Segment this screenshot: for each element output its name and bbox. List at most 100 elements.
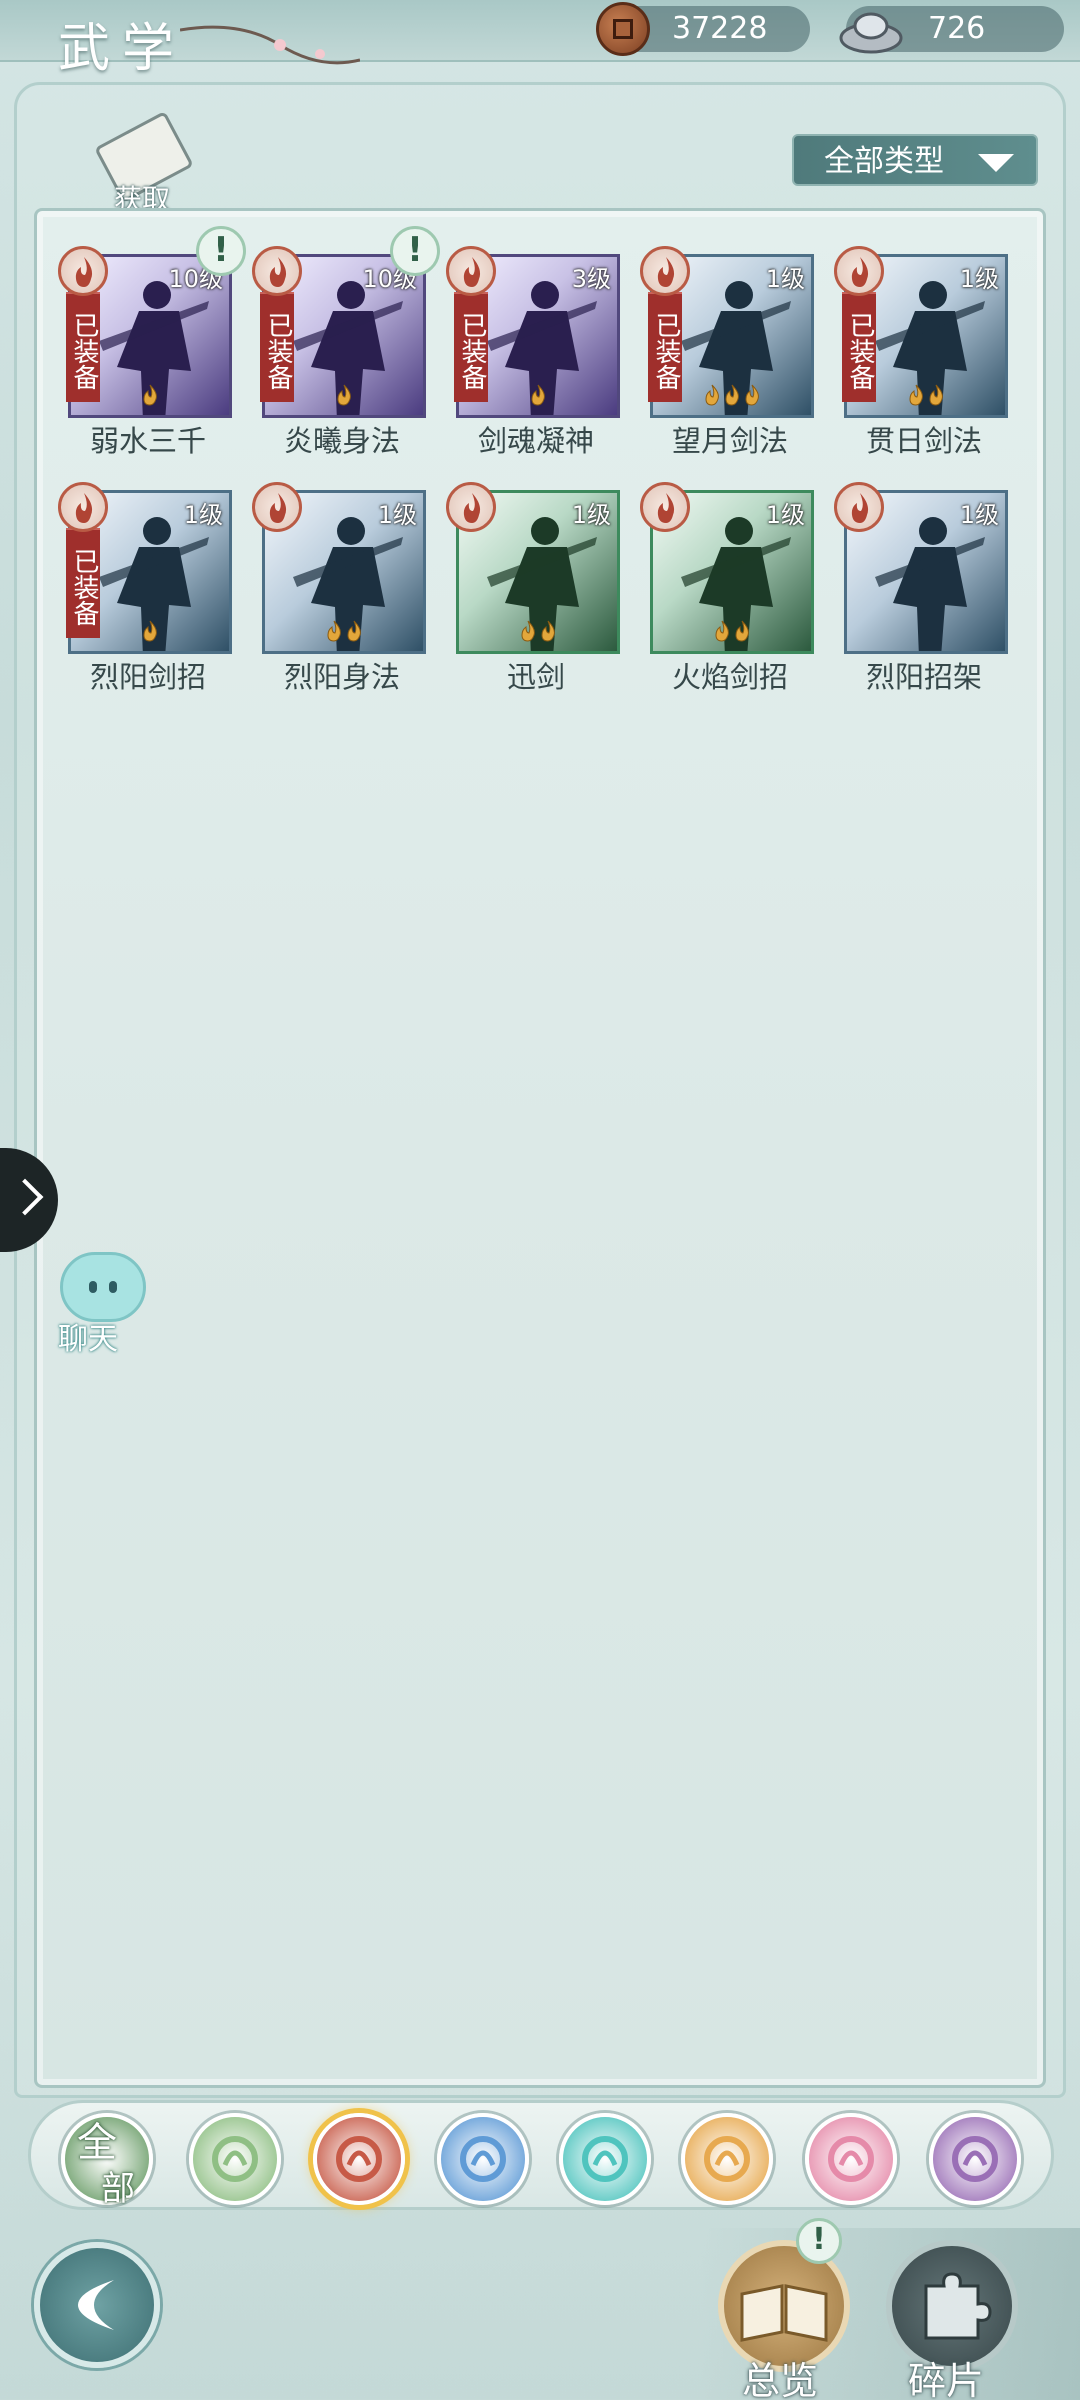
skill-card[interactable]: 1级迅剑 — [446, 482, 620, 694]
flame-icon — [725, 384, 739, 406]
flame-icon — [337, 384, 351, 406]
skill-card[interactable]: 1级火焰剑招 — [640, 482, 814, 694]
skill-card[interactable]: 1级 已装备 烈阳剑招 — [58, 482, 232, 694]
butterfly-icon — [582, 2136, 628, 2182]
chat-button[interactable]: 聊天 — [42, 1248, 152, 1358]
equipped-badge: 已装备 — [454, 292, 488, 402]
alert-badge: ! — [196, 226, 246, 276]
fire-sect-icon — [336, 2136, 382, 2182]
chat-icon — [60, 1252, 146, 1322]
skill-name: 烈阳剑招 — [89, 660, 206, 694]
category-rose[interactable] — [929, 2113, 1021, 2205]
flame-icon — [929, 384, 943, 406]
fire-sect-emblem-icon — [252, 482, 302, 532]
category-all[interactable]: 全部 — [61, 2113, 153, 2209]
page-title: 武学 — [58, 19, 187, 79]
skill-card[interactable]: 1级已装备望月剑法 — [640, 246, 814, 458]
overview-alert-badge: ! — [796, 2218, 842, 2264]
chat-label: 聊天 — [58, 1322, 118, 1357]
chevron-down-icon — [978, 154, 1014, 172]
skill-name: 弱水三千 — [89, 424, 206, 458]
category-wave[interactable] — [437, 2113, 529, 2205]
flame-icon — [909, 384, 923, 406]
skill-name: 烈阳招架 — [865, 660, 982, 694]
copper-coin-counter: 37228 — [596, 2, 810, 56]
fire-sect-emblem-icon — [58, 246, 108, 296]
flame-icon — [541, 620, 555, 642]
fire-sect-emblem-icon — [252, 246, 302, 296]
fire-sect-emblem-icon — [640, 246, 690, 296]
skill-name: 望月剑法 — [671, 424, 788, 458]
skill-name: 炎曦身法 — [283, 424, 400, 458]
get-button[interactable]: 获取 — [94, 110, 194, 216]
shield-icon — [704, 2136, 750, 2182]
flame-rank-icons — [265, 620, 423, 647]
flame-icon — [521, 620, 535, 642]
copper-coin-icon — [596, 2, 650, 56]
skill-name: 火焰剑招 — [671, 660, 788, 694]
skill-level: 1级 — [377, 501, 417, 529]
flame-icon — [327, 620, 341, 642]
skill-card[interactable]: 1级烈阳身法 — [252, 482, 426, 694]
fire-sect-emblem-icon — [446, 246, 496, 296]
flame-icon — [143, 384, 157, 406]
flame-icon — [143, 620, 157, 642]
skill-card[interactable]: 1级烈阳招架 — [834, 482, 1008, 694]
flame-rank-icons — [653, 620, 811, 647]
type-filter-value: 全部类型 — [824, 144, 944, 179]
skill-name: 迅剑 — [506, 660, 565, 694]
category-fire-sect[interactable] — [313, 2113, 405, 2205]
flame-icon — [715, 620, 729, 642]
back-button[interactable] — [34, 2242, 160, 2368]
skill-card[interactable]: 10级 已装备! 炎曦身法 — [252, 226, 440, 458]
fire-sect-emblem-icon — [446, 482, 496, 532]
moon-icon — [828, 2136, 874, 2182]
flame-icon — [347, 620, 361, 642]
skill-level: 1级 — [765, 265, 805, 293]
back-arrow-icon — [78, 2280, 114, 2330]
category-leaf-sword[interactable] — [189, 2113, 281, 2205]
skill-name: 剑魂凝神 — [477, 424, 594, 458]
skill-name: 烈阳身法 — [283, 660, 400, 694]
skill-level: 1级 — [959, 265, 999, 293]
top-bar: 武学 37228 726 — [0, 0, 1080, 79]
silver-ingot-counter: 726 — [839, 6, 1064, 54]
skill-level: 1级 — [765, 501, 805, 529]
flame-icon — [531, 384, 545, 406]
puzzle-piece-icon — [924, 2272, 992, 2340]
copper-amount: 37228 — [672, 11, 768, 46]
category-butterfly[interactable] — [559, 2113, 651, 2205]
skill-level: 3级 — [571, 265, 611, 293]
silver-ingot-icon — [839, 12, 903, 54]
fire-sect-emblem-icon — [640, 482, 690, 532]
fire-sect-emblem-icon — [834, 246, 884, 296]
category-shield[interactable] — [681, 2113, 773, 2205]
rose-icon — [952, 2136, 998, 2182]
leaf-sword-icon — [212, 2136, 258, 2182]
open-book-icon — [740, 2284, 828, 2342]
skill-level: 1级 — [571, 501, 611, 529]
equipped-badge: 已装备 — [648, 292, 682, 402]
shards-label: 碎片 — [908, 2359, 985, 2400]
category-bar: 全部 — [28, 2100, 1054, 2210]
type-filter-dropdown[interactable]: 全部类型 — [792, 134, 1038, 186]
overview-label: 总览 — [742, 2359, 819, 2400]
skill-level: 1级 — [959, 501, 999, 529]
flame-rank-icons — [459, 620, 617, 647]
silver-amount: 726 — [928, 11, 986, 46]
skill-card[interactable]: 3级已装备剑魂凝神 — [446, 246, 620, 458]
category-moon[interactable] — [805, 2113, 897, 2205]
category-all-label-2: 部 — [101, 2169, 135, 2209]
skill-name: 贯日剑法 — [865, 424, 982, 458]
flame-icon — [705, 384, 719, 406]
fire-sect-emblem-icon — [58, 482, 108, 532]
wave-icon — [460, 2136, 506, 2182]
plum-branch-decoration — [180, 25, 360, 65]
skill-card[interactable]: 10级 已装备! 弱水三千 — [58, 226, 246, 458]
equipped-badge: 已装备 — [260, 292, 294, 402]
equipped-badge: 已装备 — [66, 292, 100, 402]
skill-card[interactable]: 1级 已装备 贯日剑法 — [834, 246, 1008, 458]
category-all-label-1: 全 — [77, 2120, 117, 2166]
flame-icon — [745, 384, 759, 406]
alert-badge: ! — [390, 226, 440, 276]
